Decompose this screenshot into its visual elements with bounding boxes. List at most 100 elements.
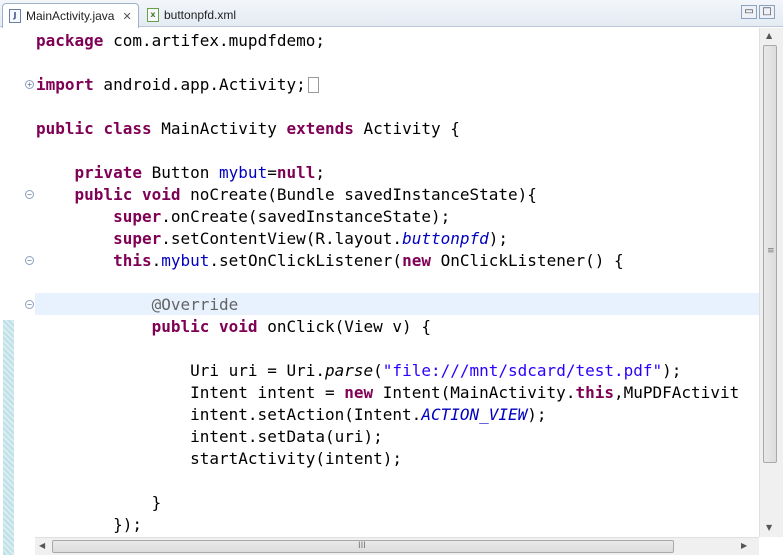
folded-code-marker[interactable] — [307, 77, 319, 93]
horizontal-scroll-thumb[interactable]: III — [52, 540, 674, 553]
keyword: package — [36, 31, 104, 50]
code-line[interactable]: super.onCreate(savedInstanceState); — [36, 206, 739, 228]
static-constant: buttonpfd — [402, 229, 489, 248]
scroll-up-icon[interactable]: ▲ — [766, 31, 772, 40]
editor-gutter: + − − − — [17, 28, 35, 537]
maximize-icon[interactable]: □ — [759, 5, 775, 19]
code-token: intent.setAction(Intent. — [36, 405, 422, 424]
code-token: .setOnClickListener( — [209, 251, 403, 270]
keyword: super — [113, 229, 162, 248]
scroll-down-icon[interactable]: ▼ — [766, 523, 772, 532]
code-line[interactable]: intent.setAction(Intent.ACTION_VIEW); — [36, 404, 739, 426]
tab-buttonpfd-xml[interactable]: x buttonpfd.xml — [141, 3, 251, 27]
code-line[interactable]: super.setContentView(R.layout.buttonpfd)… — [36, 228, 739, 250]
keyword: this — [575, 383, 614, 402]
code-token: ( — [373, 361, 383, 380]
field-name: mybut — [219, 163, 268, 182]
code-editor[interactable]: + − − − package com.artifex.mupdfdemo; impo… — [0, 28, 759, 555]
scroll-grip-icon: III — [358, 541, 366, 551]
code-token: }); — [36, 515, 142, 534]
expand-fold-icon[interactable]: + — [25, 80, 34, 89]
collapse-fold-icon[interactable]: − — [25, 300, 34, 309]
code-line[interactable] — [36, 140, 739, 162]
tab-label: MainActivity.java — [26, 9, 115, 23]
code-line[interactable]: public class MainActivity extends Activi… — [36, 118, 739, 140]
code-token: .setContentView(R.layout. — [161, 229, 403, 248]
code-token: } — [36, 493, 162, 512]
keyword: class — [103, 119, 152, 138]
code-line[interactable]: Uri uri = Uri.parse("file:///mnt/sdcard/… — [36, 360, 739, 382]
code-token: intent.setData(uri); — [36, 427, 383, 446]
code-line[interactable]: package com.artifex.mupdfdemo; — [36, 30, 739, 52]
keyword: public — [151, 317, 210, 336]
code-line[interactable] — [36, 96, 739, 118]
keyword: super — [113, 207, 162, 226]
collapse-fold-icon[interactable]: − — [25, 190, 34, 199]
tab-mainactivity-java[interactable]: J MainActivity.java ✕ — [2, 3, 139, 28]
code-token: = — [267, 163, 277, 182]
code-token: Intent(MainActivity. — [373, 383, 576, 402]
code-token: . — [151, 251, 162, 270]
keyword: import — [36, 75, 94, 94]
field-name: mybut — [161, 251, 210, 270]
scroll-grip-icon: ≡ — [767, 246, 775, 256]
code-token: ); — [488, 229, 509, 248]
horizontal-scrollbar[interactable]: ◀ III ▶ — [35, 537, 759, 555]
code-line[interactable]: Intent intent = new Intent(MainActivity.… — [36, 382, 739, 404]
code-line[interactable]: startActivity(intent); — [36, 448, 739, 470]
code-token: com.artifex.mupdfdemo; — [103, 31, 325, 50]
code-line[interactable]: this.mybut.setOnClickListener(new OnClic… — [36, 250, 739, 272]
code-line[interactable]: intent.setData(uri); — [36, 426, 739, 448]
code-line[interactable] — [36, 470, 739, 492]
code-line[interactable]: public void noCreate(Bundle savedInstanc… — [36, 184, 739, 206]
keyword: void — [219, 317, 258, 336]
code-line[interactable]: import android.app.Activity; — [36, 74, 739, 96]
vertical-scrollbar[interactable]: ▲ ≡ ▼ — [759, 28, 783, 537]
code-line[interactable]: @Override — [36, 294, 739, 316]
code-token: ; — [315, 163, 326, 182]
code-token: Button — [141, 163, 220, 182]
collapse-fold-icon[interactable]: − — [25, 256, 34, 265]
code-line[interactable]: }); — [36, 514, 739, 536]
code-line[interactable] — [36, 272, 739, 294]
minimize-icon[interactable]: ▭ — [741, 5, 757, 19]
code-token: Activity { — [353, 119, 460, 138]
editor-tab-bar: J MainActivity.java ✕ x buttonpfd.xml ▭ … — [0, 0, 783, 28]
code-token: onClick(View v) { — [257, 317, 431, 336]
annotation: @Override — [151, 295, 239, 314]
code-line[interactable] — [36, 338, 739, 360]
keyword: extends — [286, 119, 354, 138]
code-token: Uri uri = Uri. — [36, 361, 325, 380]
scroll-left-icon[interactable]: ◀ — [39, 541, 45, 550]
code-token: Intent intent = — [36, 383, 345, 402]
keyword: new — [402, 251, 431, 270]
tab-label: buttonpfd.xml — [164, 8, 237, 22]
keyword: this — [113, 251, 152, 270]
code-token: MainActivity — [151, 119, 287, 138]
java-file-icon: J — [9, 9, 21, 23]
code-token: ,MuPDFActivit — [613, 383, 740, 402]
string-literal: "file:///mnt/sdcard/test.pdf" — [382, 361, 663, 380]
code-token: OnClickListener() { — [430, 251, 624, 270]
code-line[interactable] — [36, 52, 739, 74]
close-tab-icon[interactable]: ✕ — [122, 10, 131, 23]
keyword: new — [344, 383, 374, 402]
code-line[interactable]: public void onClick(View v) { — [36, 316, 739, 338]
code-line[interactable]: private Button mybut=null; — [36, 162, 739, 184]
code-text[interactable]: package com.artifex.mupdfdemo; import an… — [36, 30, 739, 536]
code-line[interactable]: } — [36, 492, 739, 514]
scroll-right-icon[interactable]: ▶ — [741, 541, 747, 550]
keyword: public — [74, 185, 133, 204]
vertical-scroll-thumb[interactable]: ≡ — [763, 45, 777, 463]
window-controls: ▭ □ — [741, 5, 775, 19]
keyword: private — [74, 163, 142, 182]
